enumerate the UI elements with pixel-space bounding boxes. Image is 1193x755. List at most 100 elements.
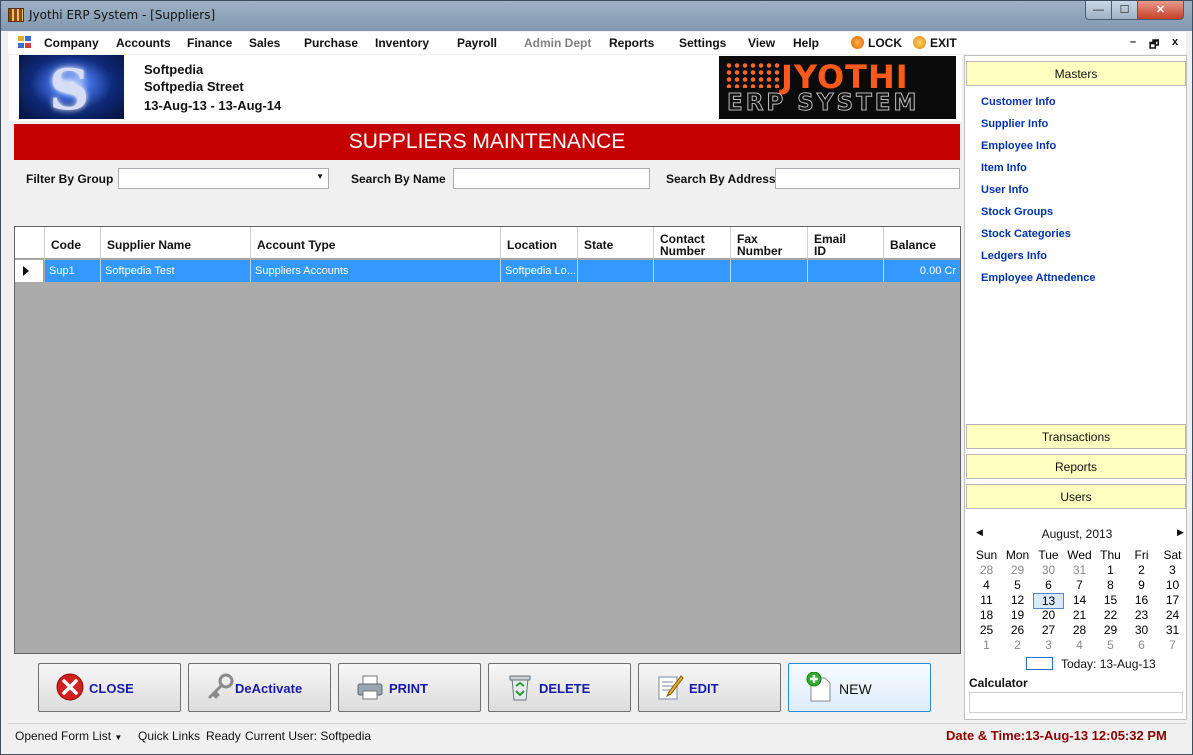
menu-help[interactable]: Help: [793, 36, 819, 50]
cell-account-type[interactable]: Suppliers Accounts: [251, 260, 501, 282]
close-button[interactable]: CLOSE: [38, 663, 181, 712]
calendar-day[interactable]: 9: [1126, 578, 1157, 592]
calendar-day[interactable]: 14: [1064, 593, 1095, 607]
quick-links[interactable]: Quick Links: [138, 729, 200, 743]
calendar-day[interactable]: 15: [1095, 593, 1126, 607]
minimize-button[interactable]: —: [1085, 1, 1112, 20]
cell-state[interactable]: [578, 260, 654, 282]
calendar-day[interactable]: 4: [971, 578, 1002, 592]
calendar-day[interactable]: 6: [1126, 638, 1157, 652]
calendar-day[interactable]: 5: [1095, 638, 1126, 652]
col-fax-number[interactable]: Fax Number: [731, 227, 808, 259]
menu-inventory[interactable]: Inventory: [375, 36, 429, 50]
reports-section-header[interactable]: Reports: [966, 454, 1186, 479]
calendar-day[interactable]: 30: [1126, 623, 1157, 637]
month-calendar[interactable]: ◀ ▶ August, 2013 Sun Mon Tue Wed Thu Fri…: [968, 517, 1186, 675]
print-button[interactable]: PRINT: [338, 663, 481, 712]
calendar-day[interactable]: 27: [1033, 623, 1064, 637]
menu-sales[interactable]: Sales: [249, 36, 280, 50]
menu-accounts[interactable]: Accounts: [116, 36, 171, 50]
calendar-day[interactable]: 31: [1064, 563, 1095, 577]
cell-location[interactable]: Softpedia Lo...: [501, 260, 578, 282]
new-button[interactable]: NEW: [788, 663, 931, 712]
calendar-day[interactable]: 2: [1126, 563, 1157, 577]
cell-balance[interactable]: 0.00 Cr: [884, 260, 960, 282]
delete-button[interactable]: DELETE: [488, 663, 631, 712]
link-employee-info[interactable]: Employee Info: [981, 140, 1056, 152]
calendar-day[interactable]: 24: [1157, 608, 1188, 622]
col-email-id[interactable]: Email ID: [808, 227, 884, 259]
link-stock-groups[interactable]: Stock Groups: [981, 206, 1053, 218]
calendar-day[interactable]: 8: [1095, 578, 1126, 592]
link-stock-categories[interactable]: Stock Categories: [981, 228, 1071, 240]
cell-supplier-name[interactable]: Softpedia Test: [101, 260, 251, 282]
cell-fax-number[interactable]: [731, 260, 808, 282]
suppliers-grid[interactable]: Code Supplier Name Account Type Location…: [14, 226, 961, 654]
cell-contact-number[interactable]: [654, 260, 731, 282]
calendar-day[interactable]: 12: [1002, 593, 1033, 607]
edit-button[interactable]: EDIT: [638, 663, 781, 712]
calendar-day[interactable]: 29: [1002, 563, 1033, 577]
menu-settings[interactable]: Settings: [679, 36, 726, 50]
today-label[interactable]: Today: 13-Aug-13: [1061, 657, 1156, 671]
filter-group-select[interactable]: [118, 168, 329, 189]
col-supplier-name[interactable]: Supplier Name: [101, 227, 251, 259]
calendar-day[interactable]: 3: [1157, 563, 1188, 577]
col-code[interactable]: Code: [45, 227, 101, 259]
calendar-day[interactable]: 2: [1002, 638, 1033, 652]
link-item-info[interactable]: Item Info: [981, 162, 1027, 174]
link-ledgers-info[interactable]: Ledgers Info: [981, 250, 1047, 262]
menu-lock[interactable]: LOCK: [851, 36, 902, 50]
calendar-day[interactable]: 22: [1095, 608, 1126, 622]
close-window-button[interactable]: ✕: [1137, 1, 1184, 20]
cell-code[interactable]: Sup1: [45, 260, 101, 282]
calendar-day[interactable]: 13: [1033, 593, 1064, 609]
calendar-day[interactable]: 25: [971, 623, 1002, 637]
mdi-close-button[interactable]: x: [1172, 36, 1178, 48]
masters-section-header[interactable]: Masters: [966, 61, 1186, 86]
calendar-day[interactable]: 21: [1064, 608, 1095, 622]
table-row[interactable]: Sup1 Softpedia Test Suppliers Accounts S…: [45, 260, 960, 282]
row-selector-icon[interactable]: [15, 260, 44, 282]
col-state[interactable]: State: [578, 227, 654, 259]
col-account-type[interactable]: Account Type: [251, 227, 501, 259]
calendar-day[interactable]: 23: [1126, 608, 1157, 622]
calendar-day[interactable]: 16: [1126, 593, 1157, 607]
calendar-month-label[interactable]: August, 2013: [968, 527, 1186, 541]
calculator-input[interactable]: [969, 692, 1183, 713]
col-balance[interactable]: Balance: [884, 227, 960, 259]
calendar-day[interactable]: 7: [1064, 578, 1095, 592]
search-address-input[interactable]: [775, 168, 960, 189]
calendar-day[interactable]: 26: [1002, 623, 1033, 637]
menu-finance[interactable]: Finance: [187, 36, 232, 50]
menu-exit[interactable]: EXIT: [913, 36, 957, 50]
mdi-child-icon[interactable]: [18, 36, 32, 49]
calendar-day[interactable]: 10: [1157, 578, 1188, 592]
col-location[interactable]: Location: [501, 227, 578, 259]
users-section-header[interactable]: Users: [966, 484, 1186, 509]
calendar-day[interactable]: 30: [1033, 563, 1064, 577]
calendar-day[interactable]: 17: [1157, 593, 1188, 607]
deactivate-button[interactable]: DeActivate: [188, 663, 331, 712]
cell-email-id[interactable]: [808, 260, 884, 282]
search-name-input[interactable]: [453, 168, 650, 189]
menu-purchase[interactable]: Purchase: [304, 36, 358, 50]
calendar-day[interactable]: 1: [1095, 563, 1126, 577]
link-customer-info[interactable]: Customer Info: [981, 96, 1056, 108]
mdi-restore-button[interactable]: 🗗: [1149, 36, 1159, 55]
calendar-day[interactable]: 31: [1157, 623, 1188, 637]
calendar-day[interactable]: 19: [1002, 608, 1033, 622]
menu-view[interactable]: View: [748, 36, 775, 50]
calendar-day[interactable]: 20: [1033, 608, 1064, 622]
maximize-button[interactable]: ☐: [1111, 1, 1138, 20]
calendar-day[interactable]: 4: [1064, 638, 1095, 652]
link-supplier-info[interactable]: Supplier Info: [981, 118, 1048, 130]
link-user-info[interactable]: User Info: [981, 184, 1029, 196]
mdi-minimize-button[interactable]: –: [1130, 36, 1136, 48]
opened-form-list-dropdown[interactable]: Opened Form List ▼: [15, 729, 122, 743]
calendar-day[interactable]: 11: [971, 593, 1002, 607]
calendar-day[interactable]: 28: [971, 563, 1002, 577]
calendar-day[interactable]: 29: [1095, 623, 1126, 637]
col-contact-number[interactable]: Contact Number: [654, 227, 731, 259]
calendar-day[interactable]: 5: [1002, 578, 1033, 592]
